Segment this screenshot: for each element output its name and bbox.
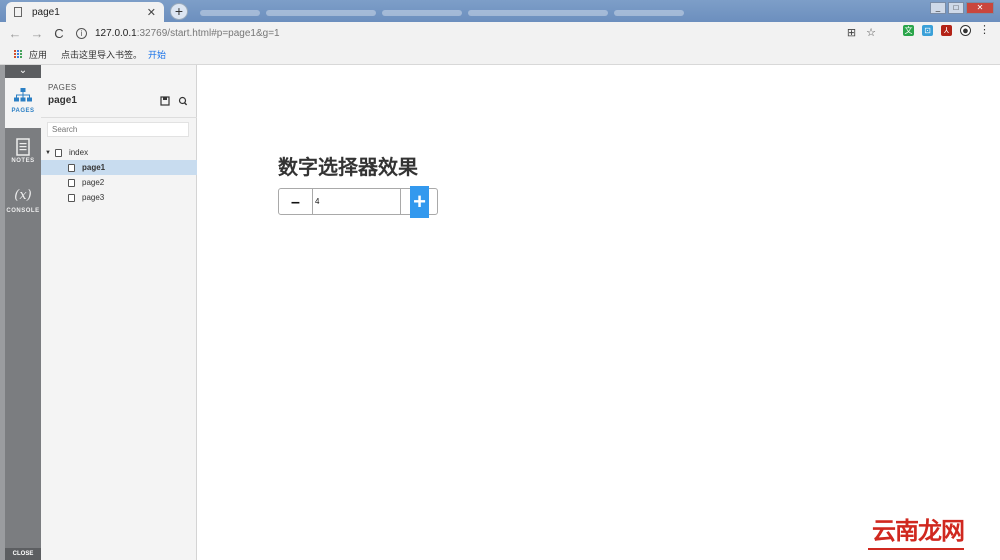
stepper-divider	[400, 189, 401, 214]
tree-label-index: index	[68, 148, 89, 157]
watermark-logo: 云南龙网	[872, 516, 965, 545]
expand-caret-icon[interactable]: ▼	[45, 150, 51, 156]
address-bar-actions: ⊞ ☆	[847, 26, 876, 39]
rail-label-pages: PAGES	[11, 108, 35, 114]
tree-row-index[interactable]: ▼ index	[41, 145, 197, 160]
tab-close-icon[interactable]: ✕	[147, 6, 156, 19]
export-icon[interactable]	[160, 96, 170, 108]
tab-title: page1	[32, 6, 60, 18]
forward-icon[interactable]: →	[30, 26, 44, 41]
rail-item-notes[interactable]: NOTES	[5, 128, 41, 178]
translate-icon[interactable]: ⊞	[847, 26, 856, 39]
new-tab-button[interactable]: +	[170, 3, 188, 20]
rail-label-console: CONSOLE	[6, 208, 40, 214]
menu-kebab-icon[interactable]: ⋮	[979, 25, 990, 36]
url-host: 127.0.0.1	[95, 27, 137, 39]
address-bar[interactable]: i 127.0.0.1:32769/start.html#p=page1&g=1…	[76, 24, 876, 42]
notes-icon	[5, 138, 41, 158]
tree-row-page3[interactable]: page3	[41, 190, 197, 205]
panel-tools	[160, 96, 188, 108]
search-input[interactable]	[47, 122, 189, 137]
rail-item-console[interactable]: (x) CONSOLE	[5, 178, 41, 228]
rail-item-pages[interactable]: PAGES	[5, 78, 41, 128]
tree-row-page2[interactable]: page2	[41, 175, 197, 190]
bookmarks-bar: 应用 点击这里导入书签。 开始	[0, 44, 1000, 65]
browser-tab-strip: page1 ✕ + _ □ ✕	[0, 0, 1000, 22]
apps-grid-icon[interactable]	[14, 49, 23, 59]
page-icon	[14, 7, 22, 17]
page-icon	[68, 178, 75, 187]
increment-button[interactable]: +	[410, 186, 429, 218]
minimize-icon[interactable]: _	[930, 2, 946, 14]
blurred-tab-text	[200, 5, 900, 17]
apps-label[interactable]: 应用	[29, 48, 47, 61]
close-sidebar-button[interactable]: CLOSE	[5, 548, 41, 560]
browser-toolbar: ← → C i 127.0.0.1:32769/start.html#p=pag…	[0, 22, 1000, 44]
collapse-chevron-icon[interactable]: ⌄	[5, 65, 41, 78]
sidebar-rail: ⌄ PAGES NOTES (x) CONSOLE CLOSE	[5, 65, 41, 560]
reload-icon[interactable]: C	[52, 26, 66, 41]
rail-label-notes: NOTES	[11, 158, 35, 164]
tree-label-page1: page1	[82, 163, 106, 172]
page-icon	[68, 163, 75, 172]
page-icon	[54, 148, 62, 157]
variable-icon: (x)	[14, 188, 32, 203]
window-controls: _ □ ✕	[930, 2, 994, 14]
pages-panel: PAGES page1 ▼ index page1 page2 page3	[41, 65, 197, 560]
tree-row-page1[interactable]: page1	[41, 160, 197, 175]
page-heading: 数字选择器效果	[278, 157, 418, 179]
quantity-input[interactable]	[314, 189, 400, 214]
start-link[interactable]: 开始	[148, 48, 166, 61]
extension-pdf-icon[interactable]: ⅄	[941, 25, 952, 36]
back-icon[interactable]: ←	[8, 26, 22, 41]
url-path: :32769/start.html#p=page1&g=1	[136, 27, 280, 39]
quantity-stepper: – +	[278, 186, 438, 218]
window-close-icon[interactable]: ✕	[966, 2, 994, 14]
info-icon[interactable]: i	[76, 27, 87, 39]
extension-green-icon[interactable]: 文	[903, 25, 914, 36]
extension-blue-icon[interactable]: ⊡	[922, 25, 933, 36]
browser-tab[interactable]: page1 ✕	[6, 2, 164, 22]
import-bookmarks-text: 点击这里导入书签。	[61, 49, 143, 60]
panel-category: PAGES	[48, 83, 77, 92]
url-text[interactable]: 127.0.0.1:32769/start.html#p=page1&g=1	[95, 28, 280, 39]
page-icon	[68, 193, 75, 202]
search-settings-icon[interactable]	[178, 96, 188, 108]
tree-label-page2: page2	[82, 178, 105, 187]
sitemap-icon	[5, 88, 41, 108]
watermark-underline	[868, 548, 964, 550]
tree-label-page3: page3	[82, 193, 105, 202]
page-tree: ▼ index page1 page2 page3	[41, 145, 197, 205]
star-icon[interactable]: ☆	[866, 26, 876, 39]
panel-divider	[41, 117, 197, 118]
account-icon[interactable]: ●	[960, 25, 971, 37]
decrement-button[interactable]: –	[279, 189, 313, 214]
extension-icons: 文 ⊡ ⅄ ● ⋮	[903, 25, 990, 37]
maximize-icon[interactable]: □	[948, 2, 964, 14]
